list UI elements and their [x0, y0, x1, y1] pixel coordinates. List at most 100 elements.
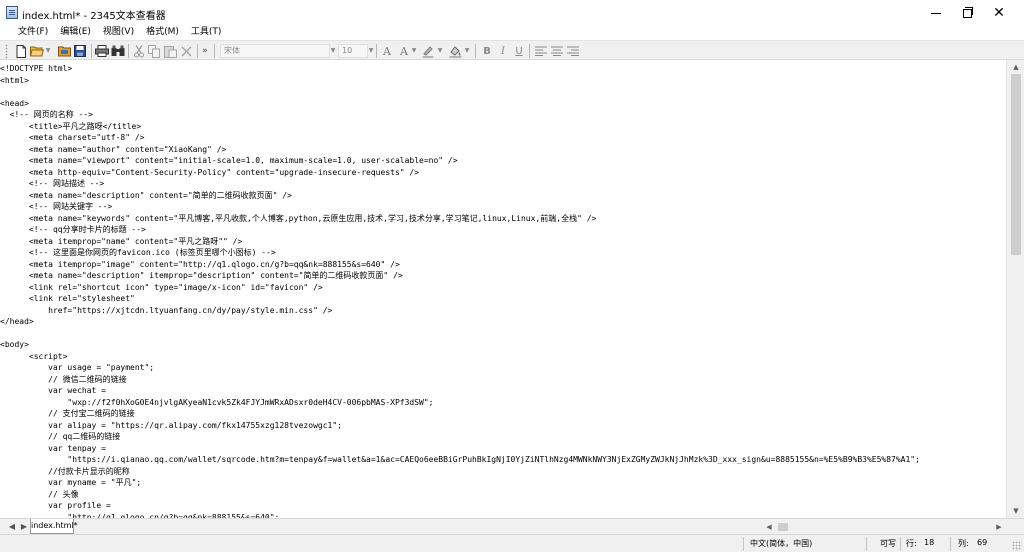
vertical-scroll-thumb[interactable] [1011, 74, 1021, 255]
font-size-combo[interactable]: 10 [338, 44, 368, 58]
print-icon [95, 45, 109, 57]
new-button[interactable] [14, 44, 28, 58]
code-line: <meta itemprop="image" content="http://q… [0, 259, 400, 269]
menu-view[interactable]: 视图(V) [97, 25, 140, 40]
code-line: var tenpay = [0, 443, 106, 453]
code-line: <script> [0, 351, 68, 361]
code-line: <!DOCTYPE html> [0, 64, 73, 73]
text-color-dropdown-icon[interactable]: ▼ [462, 44, 472, 58]
menu-file[interactable]: 文件(F) [12, 25, 54, 40]
code-line: var profile = [0, 501, 111, 510]
status-col-label: 列: [958, 539, 969, 548]
code-line: </head> [0, 317, 34, 326]
font-shrink-dropdown-icon[interactable]: ▼ [409, 44, 419, 58]
toolbar-separator [214, 44, 215, 58]
code-line: <!-- qq分享时卡片的标题 --> [0, 225, 146, 234]
align-right-button[interactable] [566, 44, 580, 58]
code-line: <meta name="description" content="简单的二维码… [0, 190, 292, 200]
more-icon[interactable]: » [200, 44, 210, 58]
code-line: <meta http-equiv="Content-Security-Polic… [0, 167, 420, 177]
print-button[interactable] [95, 44, 109, 58]
code-line: // 微信二维码的链接 [0, 374, 127, 384]
cut-button[interactable] [132, 44, 146, 58]
find-button[interactable] [111, 44, 125, 58]
code-line: <meta charset="utf-8" /> [0, 133, 145, 142]
minimize-icon [931, 12, 941, 14]
status-encoding: 中文(简体，中国) [750, 539, 813, 548]
toolbar-separator [128, 44, 129, 58]
open-folder-button[interactable] [57, 44, 71, 58]
close-icon: ✕ [993, 5, 1005, 21]
text-color-button[interactable] [448, 44, 462, 58]
paste-button[interactable] [163, 44, 177, 58]
horizontal-scroll-thumb[interactable] [778, 523, 788, 531]
align-left-button[interactable] [534, 44, 548, 58]
toolbar-grip[interactable] [5, 44, 8, 58]
code-line: var alipay = "https://qr.alipay.com/fkx1… [0, 420, 342, 430]
open-button[interactable] [30, 44, 44, 58]
text-editor[interactable]: <!DOCTYPE html> <html> <head> <!-- 网页的名称 -… [0, 60, 1006, 518]
toolbar-separator [197, 44, 198, 58]
status-divider [743, 537, 744, 551]
font-dropdown-icon[interactable]: ▼ [328, 44, 338, 58]
delete-button[interactable] [179, 44, 193, 58]
close-button[interactable]: ✕ [976, 0, 1022, 26]
save-icon [74, 45, 86, 57]
code-line: <link rel="shortcut icon" type="image/x-… [0, 282, 323, 292]
vertical-scrollbar[interactable]: ▲ ▼ [1006, 60, 1024, 518]
code-line: //付款卡片显示的昵称 [0, 466, 130, 476]
window-title: index.html* - 2345文本查看器 [22, 11, 166, 22]
font-name-combo[interactable]: 宋体 [220, 44, 330, 58]
tab-next-icon[interactable]: ▶ [18, 521, 30, 533]
code-line: // qq二维码的链接 [0, 432, 121, 441]
cut-icon [134, 44, 144, 57]
open-folder-icon [57, 46, 71, 57]
code-line: <!-- 网站描述 --> [0, 179, 105, 188]
menu-format[interactable]: 格式(M) [140, 25, 185, 40]
status-mode: 可写 [880, 539, 896, 548]
horizontal-scrollbar[interactable]: ◀ ▶ [762, 520, 1006, 534]
highlight-dropdown-icon[interactable]: ▼ [435, 44, 445, 58]
toolbar-separator [475, 44, 476, 58]
bold-button[interactable]: B [480, 44, 494, 58]
code-line: // 支付宝二维码的链接 [0, 409, 135, 418]
tab-index-html[interactable]: index.html* [30, 519, 78, 534]
size-dropdown-icon[interactable]: ▼ [366, 44, 376, 58]
paste-icon [163, 45, 177, 58]
text-color-icon [449, 45, 461, 58]
copy-button[interactable] [147, 44, 161, 58]
scroll-down-icon[interactable]: ▼ [1007, 504, 1024, 518]
code-line: href="https://xjtcdn.ltyuanfang.cn/dy/pa… [0, 305, 333, 315]
open-dropdown-icon[interactable]: ▼ [43, 44, 53, 58]
align-right-icon [567, 46, 579, 56]
toolbar-separator [91, 44, 92, 58]
toolbar: ▼ » 宋体 ▼ 10 ▼ A A ▼ ▼ ▼ B I U [0, 40, 1024, 60]
underline-button[interactable]: U [512, 44, 526, 58]
delete-icon [181, 46, 191, 56]
scroll-right-icon[interactable]: ▶ [992, 520, 1006, 534]
resize-grip-icon[interactable] [1012, 541, 1022, 551]
italic-button[interactable]: I [496, 44, 510, 58]
code-line: <html> [0, 75, 29, 85]
scroll-up-icon[interactable]: ▲ [1007, 60, 1024, 74]
highlight-button[interactable] [421, 44, 435, 58]
code-line: <!-- 网站关键字 --> [0, 202, 113, 211]
tab-prev-icon[interactable]: ◀ [6, 521, 18, 533]
code-line: <link rel="stylesheet" [0, 294, 135, 303]
open-icon [30, 46, 44, 57]
align-center-button[interactable] [550, 44, 564, 58]
code-line: <head> [0, 98, 29, 108]
code-line: <meta name="keywords" content="平凡博客,平凡收款… [0, 213, 597, 223]
save-button[interactable] [73, 44, 87, 58]
highlight-icon [422, 45, 434, 58]
font-grow-button[interactable]: A [380, 44, 394, 58]
scroll-left-icon[interactable]: ◀ [762, 520, 776, 534]
code-line: <!-- 这里面是你网页的favicon.ico (标签页里哪个小图标) --> [0, 248, 276, 257]
app-icon [6, 6, 18, 19]
menu-edit[interactable]: 编辑(E) [54, 25, 97, 40]
status-bar: 中文(简体，中国) 可写 行: 18 列: 69 [0, 534, 1024, 552]
restore-icon [962, 6, 973, 18]
menu-tools[interactable]: 工具(T) [185, 25, 228, 40]
code-line: "https://i.qianao.qq.com/wallet/sqrcode.… [0, 455, 920, 464]
status-line-label: 行: [906, 539, 917, 548]
